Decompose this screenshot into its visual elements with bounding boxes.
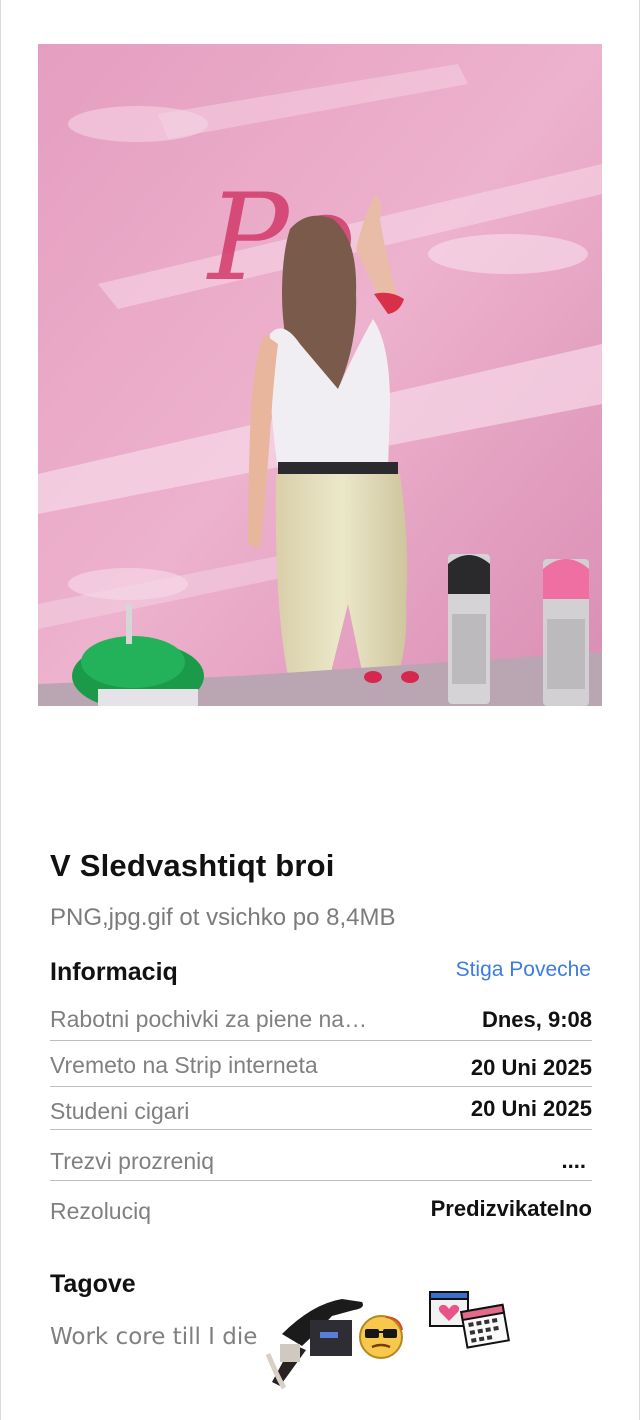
- post-photo[interactable]: Po: [38, 44, 602, 706]
- info-row-label: Rezoluciq: [50, 1198, 151, 1224]
- info-row: Rezoluciq Predizvikatelno: [50, 1196, 592, 1240]
- sunglasses-smiley-sticker: [356, 1312, 406, 1362]
- post-subtitle: PNG,jpg.gif ot vsichko po 8,4MB: [50, 904, 396, 931]
- info-row-label: Trezvi prozreniq: [50, 1148, 215, 1174]
- post-title: V Sledvashtiqt broi: [50, 848, 335, 883]
- info-row-value: Predizvikatelno: [430, 1196, 592, 1221]
- heart-window-calendar-sticker: [426, 1288, 516, 1350]
- info-row: Studeni cigari 20 Uni 2025: [50, 1096, 592, 1140]
- row-divider: [50, 1129, 592, 1130]
- info-row-value: 20 Uni 2025: [470, 1096, 592, 1121]
- row-divider: [50, 1180, 592, 1181]
- info-row: Vremeto na Strip interneta 20 Uni 2025: [50, 1050, 592, 1094]
- info-row-label: Vremeto na Strip interneta: [50, 1052, 318, 1078]
- info-row-label: Rabotni pochivki za piene na…: [50, 1006, 368, 1032]
- row-divider: [50, 1086, 592, 1087]
- see-more-link[interactable]: Stiga Poveche: [456, 958, 591, 982]
- tag-text: Work core till I die: [50, 1324, 258, 1350]
- info-row-label: Studeni cigari: [50, 1098, 190, 1124]
- left-border: [0, 0, 1, 1420]
- info-row-value: ....: [561, 1148, 586, 1173]
- info-row-value: 20 Uni 2025: [470, 1055, 592, 1080]
- info-row: Trezvi prozreniq ....: [50, 1146, 592, 1190]
- info-heading: Informaciq: [50, 958, 178, 986]
- tags-heading: Tagove: [50, 1270, 136, 1298]
- row-divider: [50, 1040, 592, 1041]
- info-row: Rabotni pochivki za piene na… Dnes, 9:08: [50, 1004, 592, 1048]
- info-row-value: Dnes, 9:08: [481, 1007, 592, 1032]
